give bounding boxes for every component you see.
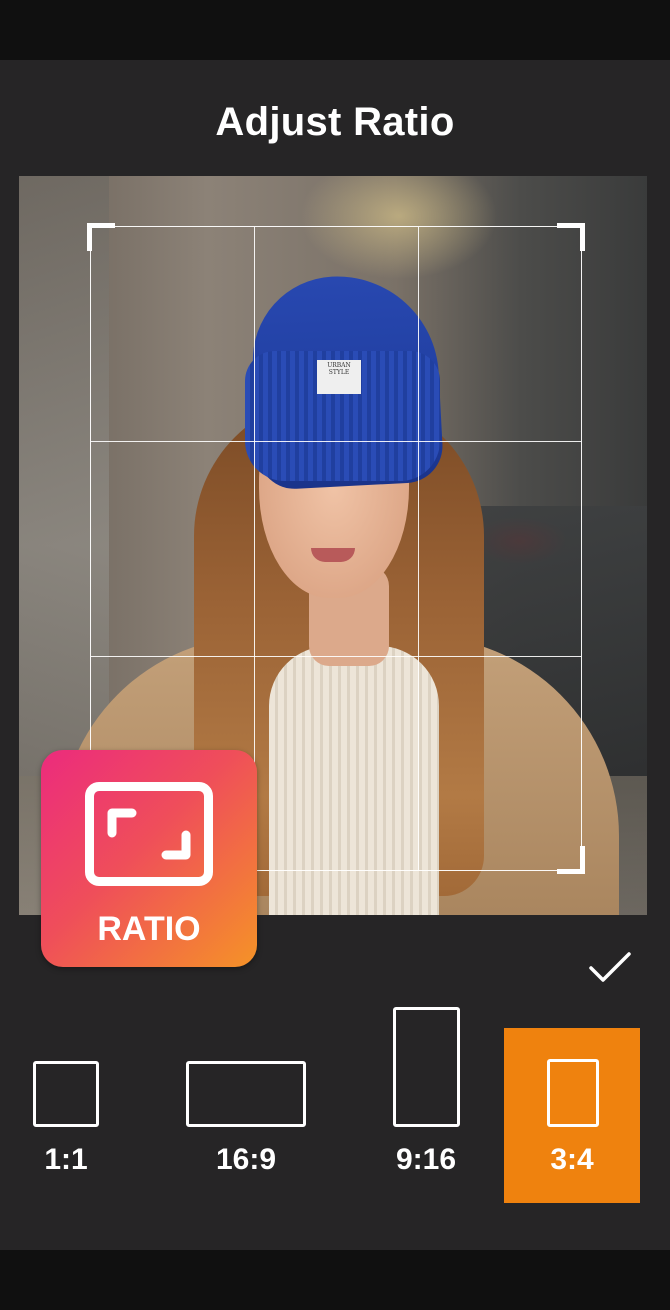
ratio-frame-icon [85,782,213,886]
crop-handle-top-right[interactable] [557,223,585,251]
ratio-option-label: 1:1 [44,1143,88,1176]
ratio-option-label: 16:9 [215,1143,277,1176]
crop-grid-line [91,655,581,657]
ratio-option-1-1[interactable]: 1:1 [0,1005,132,1205]
portrait-ratio-icon [393,1007,460,1127]
status-bar [0,0,670,60]
navigation-bar [0,1250,670,1310]
ratio-option-16-9[interactable]: 16:9 [176,1005,316,1205]
landscape-ratio-icon [186,1061,306,1127]
crop-grid-line [91,441,581,443]
ratio-option-3-4[interactable]: 3:4 [504,1028,640,1203]
ratio-option-label: 9:16 [395,1143,457,1176]
checkmark-icon [589,952,631,982]
crop-handle-top-left[interactable] [87,223,115,251]
ratio-option-label: 3:4 [550,1143,594,1176]
confirm-button[interactable] [587,948,633,988]
page-title: Adjust Ratio [215,100,455,144]
ratio-badge-label: RATIO [97,910,201,948]
square-ratio-icon [33,1061,99,1127]
portrait-3-4-ratio-icon [547,1059,599,1127]
crop-handle-bottom-right[interactable] [557,846,585,874]
ratio-option-9-16[interactable]: 9:16 [360,1005,492,1205]
crop-grid-line [417,227,419,870]
ratio-badge: RATIO [41,750,257,967]
